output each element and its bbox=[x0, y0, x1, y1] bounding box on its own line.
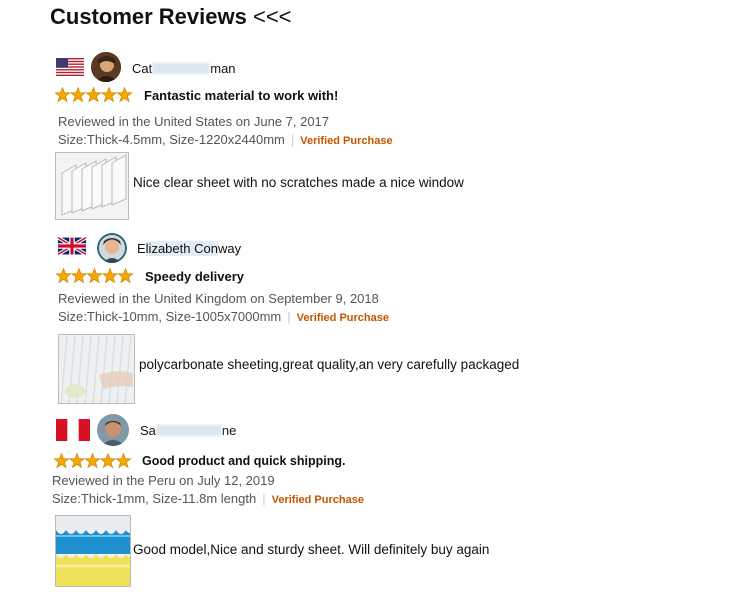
redacted-name bbox=[152, 63, 211, 74]
divider: | bbox=[262, 491, 266, 506]
avatar[interactable] bbox=[97, 414, 129, 446]
reviewer-name[interactable]: Elizabeth Conway bbox=[137, 241, 241, 256]
page-title: Customer Reviews <<< bbox=[50, 4, 292, 30]
review-image[interactable] bbox=[55, 515, 131, 587]
review-body: Good model,Nice and sturdy sheet. Will d… bbox=[133, 542, 490, 557]
avatar[interactable] bbox=[97, 233, 127, 263]
divider: | bbox=[290, 132, 295, 147]
verified-purchase-badge: Verified Purchase bbox=[296, 312, 389, 324]
review-body: polycarbonate sheeting,great quality,an … bbox=[139, 357, 520, 372]
review-title[interactable]: Fantastic material to work with! bbox=[144, 88, 338, 103]
review-image[interactable] bbox=[55, 152, 129, 220]
review-date: Reviewed in the United States on June 7,… bbox=[58, 114, 330, 129]
reviewer-name[interactable]: Cat man bbox=[132, 61, 236, 76]
verified-purchase-badge: Verified Purchase bbox=[271, 494, 364, 506]
size-info: Size:Thick-1mm, Size-11.8m length | Verifi… bbox=[52, 491, 364, 506]
verified-purchase-badge: Verified Purchase bbox=[300, 135, 393, 147]
review-title[interactable]: Good product and quick shipping. bbox=[142, 454, 345, 468]
peru-flag-icon bbox=[56, 419, 90, 441]
reviewer-name[interactable]: Sa ne bbox=[140, 423, 236, 438]
review-date: Reviewed in the Peru on July 12, 2019 bbox=[52, 473, 275, 488]
redacted-name bbox=[155, 425, 222, 436]
divider: | bbox=[287, 309, 291, 324]
review-image[interactable] bbox=[58, 334, 135, 404]
size-info: Size:Thick-4.5mm, Size-1220x2440mm | Verif… bbox=[58, 132, 393, 147]
review-body: Nice clear sheet with no scratches made … bbox=[133, 175, 464, 190]
review-title[interactable]: Speedy delivery bbox=[145, 269, 244, 284]
uk-flag-icon bbox=[58, 237, 86, 255]
title-arrows: <<< bbox=[252, 4, 292, 29]
avatar[interactable] bbox=[91, 52, 121, 82]
review-date: Reviewed in the United Kingdom on Septem… bbox=[58, 291, 379, 306]
us-flag-icon bbox=[56, 58, 84, 76]
star-rating bbox=[56, 268, 134, 284]
page-title-text: Customer Reviews bbox=[50, 4, 247, 29]
star-rating bbox=[55, 87, 133, 103]
star-rating bbox=[54, 453, 132, 469]
size-info: Size:Thick-10mm, Size-1005x7000mm | Verifi… bbox=[58, 309, 389, 324]
